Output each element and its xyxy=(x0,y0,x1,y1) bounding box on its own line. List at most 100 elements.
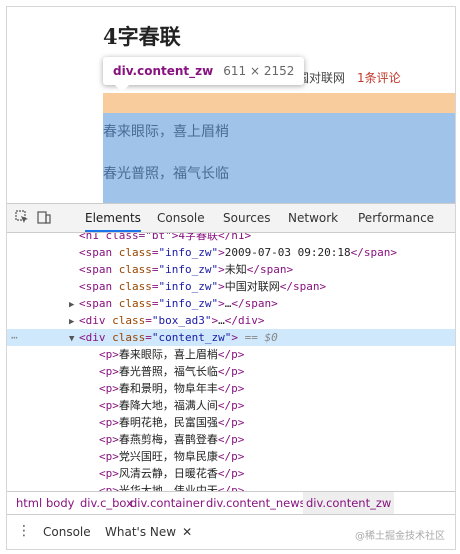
code-token: </p> xyxy=(217,365,245,378)
code-token: class xyxy=(118,263,152,276)
dom-node-row[interactable]: <p>春降大地，福满人间</p> xyxy=(7,397,455,414)
drawer-tab-console[interactable]: Console xyxy=(43,515,91,549)
tooltip-dimensions: 611 × 2152 xyxy=(223,64,295,78)
devtools-panel: Elements Console Sources Network Perform… xyxy=(7,203,455,549)
code-token: = xyxy=(145,314,152,327)
dom-node-row[interactable]: <p>春明花艳，民富国强</p> xyxy=(7,414,455,431)
breadcrumb-item[interactable]: html xyxy=(13,492,45,514)
dom-node-row[interactable]: <p>春燕剪梅，喜鹊登春</p> xyxy=(7,431,455,448)
code-token: > xyxy=(218,297,225,310)
dom-node: <p>光华大地，伟业中天</p> xyxy=(89,482,244,491)
dom-node-row[interactable]: <span class="info_zw">2009-07-03 09:20:1… xyxy=(7,244,455,261)
node-class: "info_zw" xyxy=(158,297,219,310)
dom-tree[interactable]: <h1 class="bt">4字春联</h1> <span class="inf… xyxy=(7,233,455,491)
devtools-tabbar: Elements Console Sources Network Perform… xyxy=(7,204,455,233)
code-token: </p> xyxy=(217,467,245,480)
dom-node-row[interactable]: <p>春光普照，福气长临</p> xyxy=(7,363,455,380)
node-class: "box_ad3" xyxy=(151,314,212,327)
node-text: … xyxy=(218,314,225,327)
dom-node: <p>春和景明，物阜年丰</p> xyxy=(89,380,244,397)
code-token: = xyxy=(151,246,159,259)
code-token: class xyxy=(118,280,152,293)
breadcrumb-item[interactable]: div.content_zw xyxy=(303,492,395,514)
page-viewport: 4字春联 中国对联网 1条评论 春来眼际，喜上眉梢 春光普照，福气长临 div.c… xyxy=(7,7,455,203)
code-token: <p> xyxy=(99,382,119,395)
tab-console[interactable]: Console xyxy=(157,204,205,232)
drawer-tab-whats-new[interactable]: What's New ✕ xyxy=(105,515,192,549)
code-token: > xyxy=(231,331,238,344)
code-token: <p> xyxy=(99,399,119,412)
code-token: </span> xyxy=(246,263,294,276)
code-token: <span xyxy=(79,263,119,276)
code-token: <span xyxy=(79,297,119,310)
tab-elements[interactable]: Elements xyxy=(85,204,141,232)
dom-node-row[interactable]: <span class="info_zw">中国对联网</span> xyxy=(7,278,455,295)
page-title: 4字春联 xyxy=(103,24,181,49)
browser-frame: 4字春联 中国对联网 1条评论 春来眼际，喜上眉梢 春光普照，福气长临 div.c… xyxy=(6,6,456,550)
code-token: <p> xyxy=(99,484,119,491)
node-text: 光华大地，伟业中天 xyxy=(118,484,218,491)
code-token: <div xyxy=(79,331,113,344)
dom-node-row[interactable]: <p>春来眼际，喜上眉梢</p> xyxy=(7,346,455,363)
node-text: 春明花艳，民富国强 xyxy=(118,416,218,429)
inspect-element-icon[interactable] xyxy=(15,210,29,224)
code-token: = xyxy=(151,280,159,293)
code-token: <span xyxy=(79,246,119,259)
code-token: class xyxy=(112,331,146,344)
drawer-menu-icon[interactable]: ⋮ xyxy=(17,524,31,538)
code-token: <div xyxy=(79,314,113,327)
dom-node-row[interactable]: <h1 class="bt">4字春联</h1> xyxy=(7,233,455,244)
code-token: </p> xyxy=(217,399,245,412)
dom-node: <p>风清云静，日暖花香</p> xyxy=(89,465,244,482)
code-token: </p> xyxy=(217,348,245,361)
dom-node-row[interactable]: ⋯ ▼ <div class="content_zw"> == $0 xyxy=(7,329,455,346)
meta-comments-link[interactable]: 1条评论 xyxy=(357,71,401,85)
breadcrumb-item[interactable]: div.container xyxy=(127,492,208,514)
dom-node-row[interactable]: <span class="info_zw">未知</span> xyxy=(7,261,455,278)
code-token: > xyxy=(218,280,225,293)
dom-node: <p>党兴国旺，物阜民康</p> xyxy=(89,448,244,465)
node-text: 2009-07-03 09:20:18 xyxy=(224,246,351,259)
node-text: 春光普照，福气长临 xyxy=(118,365,218,378)
node-text: 党兴国旺，物阜民康 xyxy=(118,450,218,463)
tooltip-arrow xyxy=(115,85,129,92)
code-token: </p> xyxy=(217,382,245,395)
code-token: </p> xyxy=(217,433,245,446)
code-token: </span> xyxy=(231,297,278,310)
couplet-line: 春来眼际，喜上眉梢 xyxy=(103,124,229,140)
dom-node: <span class="info_zw">2009-07-03 09:20:1… xyxy=(69,244,397,261)
node-class: "content_zw" xyxy=(151,331,232,344)
dom-node-row[interactable]: <p>春和景明，物阜年丰</p> xyxy=(7,380,455,397)
tab-network[interactable]: Network xyxy=(288,204,338,232)
more-icon: ⋯ xyxy=(11,331,18,344)
tab-sources[interactable]: Sources xyxy=(223,204,270,232)
dom-node-row[interactable]: <p>风清云静，日暖花香</p> xyxy=(7,465,455,482)
device-toolbar-icon[interactable] xyxy=(37,210,51,224)
node-text: 春来眼际，喜上眉梢 xyxy=(118,348,218,361)
dom-node: <p>春明花艳，民富国强</p> xyxy=(89,414,244,431)
code-token: > xyxy=(218,246,225,259)
dom-node-row[interactable]: <p>党兴国旺，物阜民康</p> xyxy=(7,448,455,465)
watermark: @稀土掘金技术社区 xyxy=(355,531,445,542)
tab-performance[interactable]: Performance xyxy=(358,204,434,232)
breadcrumb: html body div.c_box div.container div.conten… xyxy=(7,491,455,514)
element-highlight-margin xyxy=(103,93,455,113)
dom-node-row[interactable]: ▶ <span class="info_zw">…</span> xyxy=(7,295,455,312)
node-text: 中国对联网 xyxy=(224,280,280,293)
code-token: class xyxy=(118,297,152,310)
code-token: </span> xyxy=(279,280,327,293)
dom-node-row[interactable]: <p>光华大地，伟业中天</p> xyxy=(7,482,455,491)
dom-node: <p>春燕剪梅，喜鹊登春</p> xyxy=(89,431,244,448)
code-token: <p> xyxy=(99,433,119,446)
breadcrumb-item[interactable]: body xyxy=(43,492,77,514)
dom-node-row[interactable]: ▶ <div class="box_ad3">…</div> xyxy=(7,312,455,329)
code-token: </div> xyxy=(224,314,265,327)
code-token: </p> xyxy=(217,450,245,463)
code-token: = xyxy=(151,297,159,310)
node-text: 春降大地，福满人间 xyxy=(118,399,218,412)
selected-marker: == $0 xyxy=(237,331,278,344)
dom-node: <span class="info_zw">未知</span> xyxy=(69,261,293,278)
breadcrumb-item[interactable]: div.content_news xyxy=(203,492,309,514)
code-token: </span> xyxy=(350,246,397,259)
close-icon[interactable]: ✕ xyxy=(182,525,192,539)
